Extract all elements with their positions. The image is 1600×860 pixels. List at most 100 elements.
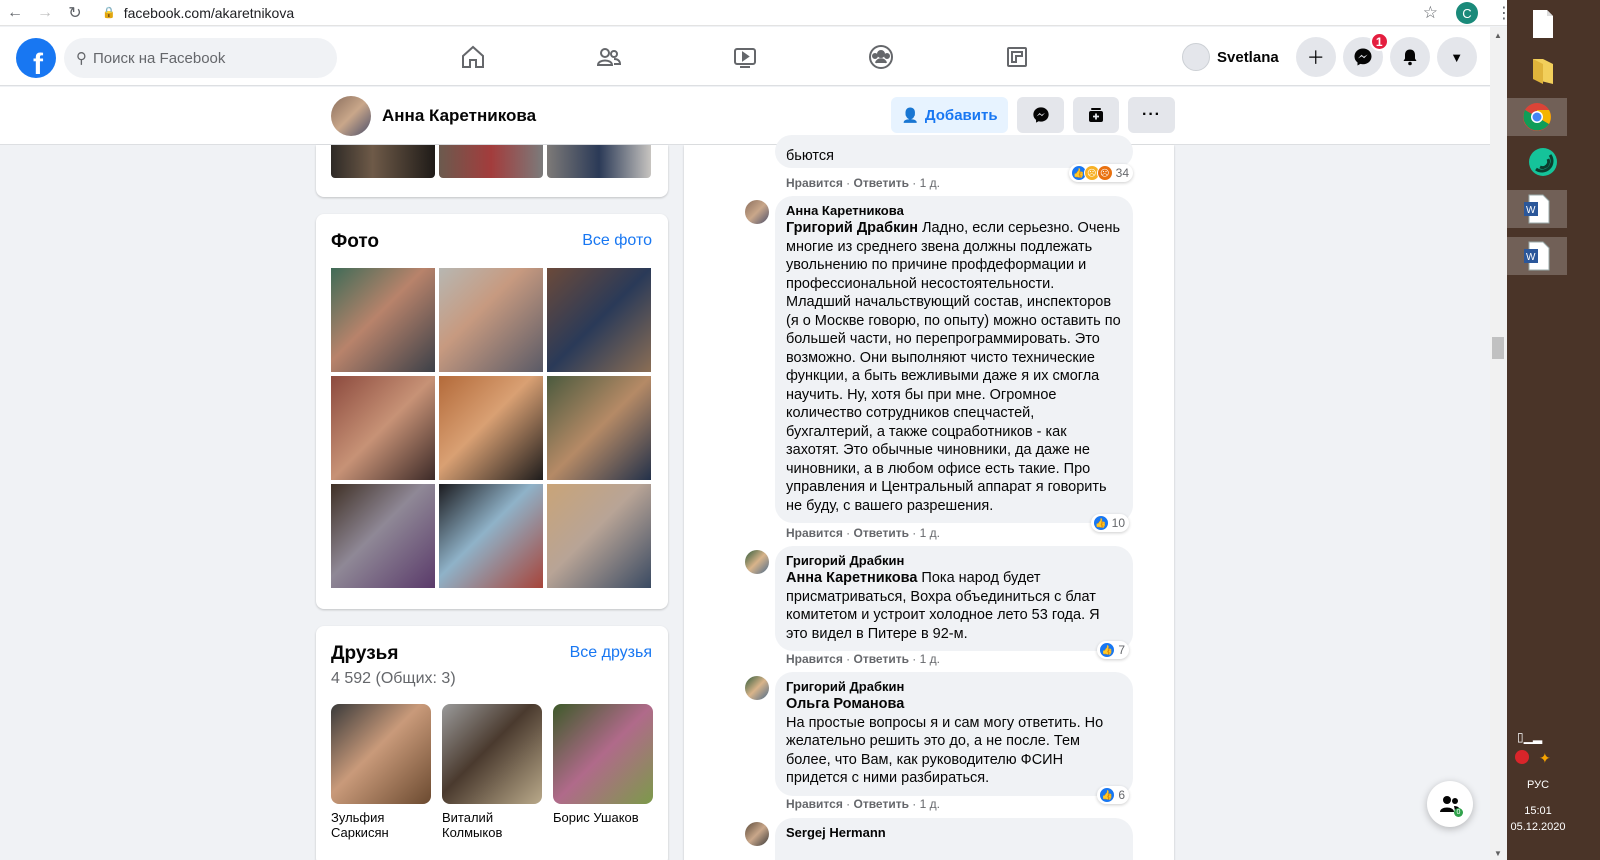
word-document-icon[interactable]: W xyxy=(1507,190,1567,228)
photo-thumbnail[interactable] xyxy=(547,376,651,480)
friend-photo[interactable] xyxy=(331,704,431,804)
reaction-summary[interactable]: 👍 10 xyxy=(1090,514,1129,532)
add-friend-button[interactable]: 👤 Добавить xyxy=(891,97,1008,133)
reply-link[interactable]: Ответить xyxy=(854,176,909,190)
app-icon[interactable] xyxy=(1521,143,1565,181)
notifications-button[interactable] xyxy=(1389,37,1430,77)
comment-time[interactable]: 1 д. xyxy=(920,652,940,666)
photo-thumbnail[interactable] xyxy=(547,268,651,372)
home-icon[interactable] xyxy=(405,27,541,86)
watch-icon[interactable] xyxy=(677,27,813,86)
photos-card: Фото Все фото xyxy=(316,214,668,609)
featured-photo[interactable] xyxy=(547,145,651,178)
forward-arrow-icon[interactable]: → xyxy=(30,0,60,26)
message-button[interactable] xyxy=(1017,97,1064,133)
reaction-summary[interactable]: 👍 6 xyxy=(1097,786,1129,804)
reply-link[interactable]: Ответить xyxy=(854,797,909,811)
comment-author[interactable]: Григорий Драбкин xyxy=(786,553,1121,569)
like-link[interactable]: Нравится xyxy=(786,176,843,190)
gaming-icon[interactable] xyxy=(949,27,1085,86)
profile-avatar[interactable] xyxy=(331,96,371,136)
network-icon[interactable]: ▯▁▂ xyxy=(1517,730,1542,744)
friend-name[interactable]: Борис Ушаков xyxy=(553,810,653,825)
chrome-icon[interactable] xyxy=(1507,98,1567,136)
comment-bubble: Sergej Hermann xyxy=(775,818,1133,860)
language-indicator[interactable]: РУС xyxy=(1507,779,1569,791)
friend-tile[interactable]: Виталий Колмыков xyxy=(442,704,542,840)
bookmark-star-icon[interactable]: ☆ xyxy=(1423,3,1438,23)
tray-app-icon[interactable]: ✦ xyxy=(1539,750,1551,767)
word-document-icon[interactable]: W xyxy=(1507,237,1567,275)
featured-photo[interactable] xyxy=(439,145,543,178)
friends-count: 4 592 (Общих: 3) xyxy=(331,670,456,687)
groups-icon[interactable] xyxy=(813,27,949,86)
photo-thumbnail[interactable] xyxy=(439,268,543,372)
user-profile-chip[interactable]: Svetlana xyxy=(1182,39,1289,75)
more-options-button[interactable]: ··· xyxy=(1128,97,1175,133)
search-input[interactable] xyxy=(93,49,313,67)
comment-author[interactable]: Sergej Hermann xyxy=(786,825,1121,841)
all-friends-link[interactable]: Все друзья xyxy=(570,644,652,662)
page-scrollbar[interactable]: ▲ ▼ xyxy=(1490,27,1507,860)
mention[interactable]: Ольга Романова xyxy=(786,695,1121,714)
friend-name[interactable]: Зульфия Саркисян xyxy=(331,810,431,840)
like-link[interactable]: Нравится xyxy=(786,652,843,666)
featured-photo[interactable] xyxy=(331,145,435,178)
search-box[interactable]: ⚲ xyxy=(64,38,337,78)
friend-photo[interactable] xyxy=(553,704,653,804)
photo-thumbnail[interactable] xyxy=(331,376,435,480)
reaction-summary[interactable]: 👍 ☹ ☹ 34 xyxy=(1068,164,1133,182)
all-photos-link[interactable]: Все фото xyxy=(582,232,652,250)
commenter-avatar[interactable] xyxy=(745,550,769,574)
mention[interactable]: Григорий Драбкин xyxy=(786,220,918,236)
folder-icon[interactable] xyxy=(1521,52,1565,90)
scroll-down-icon[interactable]: ▼ xyxy=(1494,849,1502,858)
photo-thumbnail[interactable] xyxy=(439,484,543,588)
follow-button[interactable] xyxy=(1073,97,1119,133)
comment-time[interactable]: 1 д. xyxy=(920,176,940,190)
new-chat-button[interactable]: 0 xyxy=(1427,781,1473,827)
friend-tile[interactable]: Борис Ушаков xyxy=(553,704,653,840)
friends-icon[interactable] xyxy=(541,27,677,86)
photo-thumbnail[interactable] xyxy=(439,376,543,480)
follow-icon xyxy=(1089,108,1103,122)
friend-photo[interactable] xyxy=(442,704,542,804)
messenger-button[interactable]: 1 xyxy=(1342,32,1389,77)
scrollbar-thumb[interactable] xyxy=(1492,337,1504,359)
clock-time[interactable]: 15:01 xyxy=(1507,805,1569,817)
like-reaction-icon: 👍 xyxy=(1092,515,1109,531)
like-link[interactable]: Нравится xyxy=(786,797,843,811)
antivirus-icon[interactable] xyxy=(1515,750,1529,764)
photo-thumbnail[interactable] xyxy=(547,484,651,588)
photo-thumbnail[interactable] xyxy=(331,268,435,372)
user-name: Svetlana xyxy=(1217,48,1279,66)
friend-name[interactable]: Виталий Колмыков xyxy=(442,810,542,840)
create-button[interactable]: ＋ xyxy=(1295,37,1336,77)
account-menu-button[interactable]: ▼ xyxy=(1436,37,1477,77)
comment-time[interactable]: 1 д. xyxy=(920,526,940,540)
commenter-avatar[interactable] xyxy=(745,676,769,700)
back-arrow-icon[interactable]: ← xyxy=(0,0,30,26)
address-bar[interactable]: facebook.com/akaretnikova xyxy=(124,5,294,21)
profile-name[interactable]: Анна Каретникова xyxy=(382,106,536,126)
like-link[interactable]: Нравится xyxy=(786,526,843,540)
commenter-avatar[interactable] xyxy=(745,822,769,846)
reload-icon[interactable]: ↻ xyxy=(60,0,90,26)
svg-text:W: W xyxy=(1526,252,1536,263)
file-icon[interactable] xyxy=(1521,5,1565,43)
photo-thumbnail[interactable] xyxy=(331,484,435,588)
clock-date[interactable]: 05.12.2020 xyxy=(1507,821,1569,833)
scroll-up-icon[interactable]: ▲ xyxy=(1494,31,1502,40)
reaction-summary[interactable]: 👍 7 xyxy=(1097,641,1129,659)
comment-author[interactable]: Григорий Драбкин xyxy=(786,679,1121,695)
friend-tile[interactable]: Зульфия Саркисян xyxy=(331,704,431,840)
search-icon: ⚲ xyxy=(76,50,87,67)
facebook-logo-icon[interactable]: f xyxy=(16,38,56,78)
mention[interactable]: Анна Каретникова xyxy=(786,570,917,586)
commenter-avatar[interactable] xyxy=(745,200,769,224)
browser-profile-avatar[interactable]: C xyxy=(1456,2,1478,24)
reply-link[interactable]: Ответить xyxy=(854,526,909,540)
comment-author[interactable]: Анна Каретникова xyxy=(786,203,1121,219)
comment-time[interactable]: 1 д. xyxy=(920,797,940,811)
reply-link[interactable]: Ответить xyxy=(854,652,909,666)
